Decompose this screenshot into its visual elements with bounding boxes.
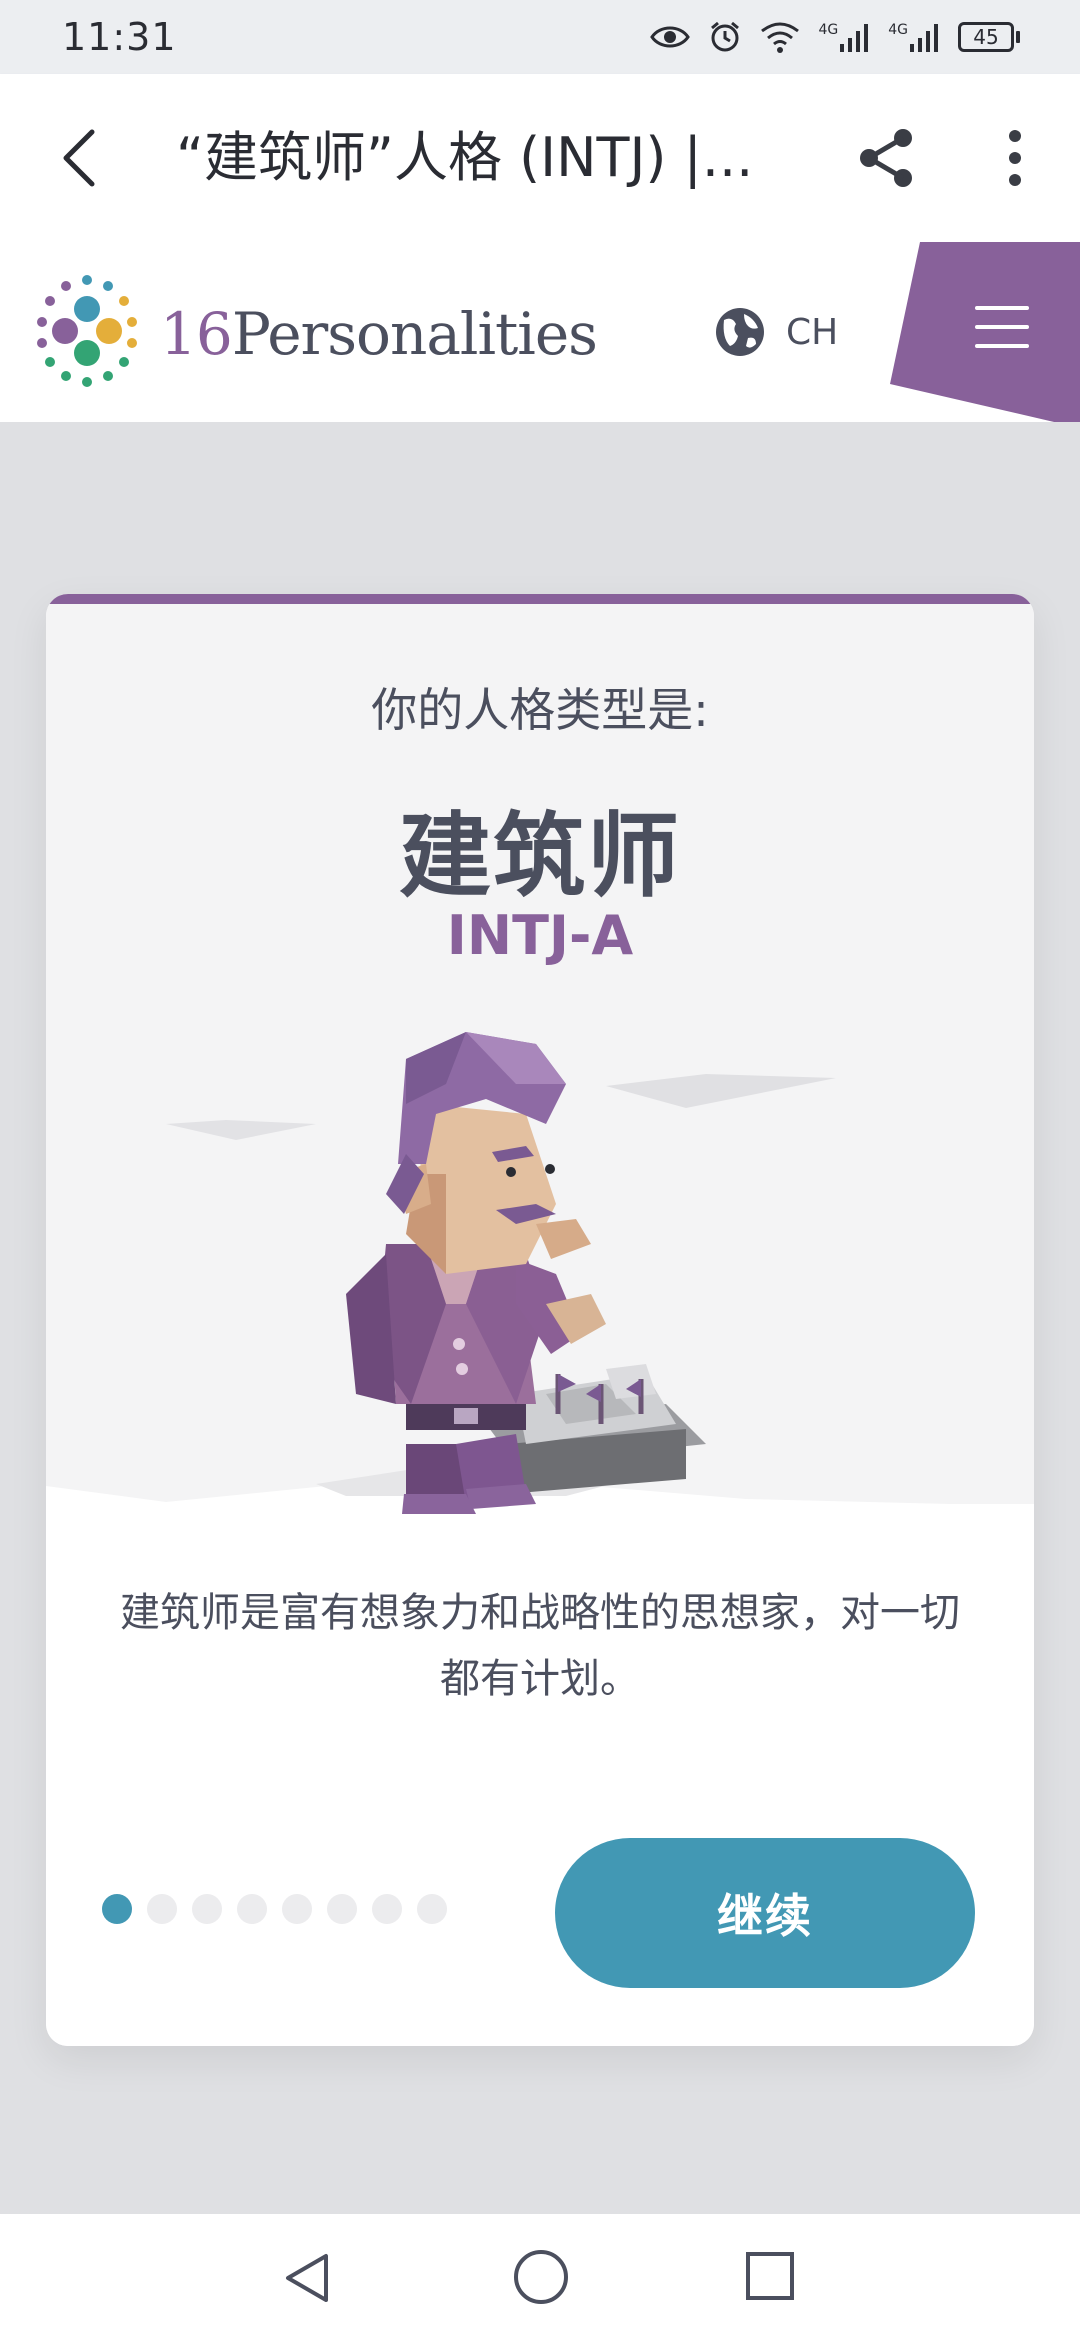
signal-icon [910, 24, 938, 52]
nav-home-icon[interactable] [512, 2248, 570, 2306]
logo-wordmark[interactable]: 16Personalities [160, 294, 598, 374]
cell-signal-1: 4G [818, 22, 870, 52]
battery-icon: 45 [958, 22, 1020, 52]
globe-icon[interactable] [714, 306, 766, 358]
architect-illustration [166, 1032, 836, 1514]
result-card: 你的人格类型是: 建筑师 INTJ-A 建筑师是富有想象力和战略性的思想家，对一… [46, 594, 1034, 2046]
pagination-dots [102, 1894, 447, 1924]
status-bar: 11:31 4G 4G 45 [0, 0, 1080, 74]
nav-recent-icon[interactable] [744, 2250, 796, 2302]
eye-icon [650, 26, 691, 48]
type-name: 建筑师 [398, 803, 681, 910]
alarm-icon [711, 21, 740, 52]
logo-number: 16 [160, 300, 233, 368]
network-type-label: 4G [818, 22, 839, 38]
battery-level: 45 [958, 22, 1014, 52]
page-title: “建筑师”人格 (INTJ) |... [176, 126, 754, 189]
pager-dot[interactable] [327, 1894, 357, 1924]
type-code: INTJ-A [446, 904, 634, 967]
pager-dot[interactable] [237, 1894, 267, 1924]
network-type-label: 4G [888, 22, 908, 38]
status-icons: 4G 4G 45 [650, 20, 1020, 54]
continue-button[interactable]: 继续 [555, 1838, 975, 1988]
pager-dot[interactable] [282, 1894, 312, 1924]
pager-dot[interactable] [372, 1894, 402, 1924]
pager-dot[interactable] [417, 1894, 447, 1924]
system-nav-bar [0, 2214, 1080, 2340]
pager-dot[interactable] [147, 1894, 177, 1924]
cell-signal-2: 4G [888, 22, 940, 52]
card-accent-bar [46, 594, 1034, 604]
more-vertical-icon[interactable] [1000, 126, 1030, 190]
hamburger-menu-icon[interactable] [975, 306, 1029, 350]
language-selector[interactable]: CH [786, 312, 838, 354]
pager-dot[interactable] [192, 1894, 222, 1924]
share-icon[interactable] [855, 126, 919, 190]
logo-icon[interactable] [28, 272, 146, 390]
nav-back-icon[interactable] [280, 2250, 336, 2306]
status-time: 11:31 [62, 15, 177, 59]
pager-dot[interactable] [102, 1894, 132, 1924]
result-label: 你的人格类型是: [371, 683, 709, 737]
wifi-icon [761, 22, 800, 53]
back-arrow-icon[interactable] [52, 126, 112, 190]
browser-toolbar: “建筑师”人格 (INTJ) |... [0, 74, 1080, 242]
logo-name: Personalities [231, 300, 598, 368]
type-description: 建筑师是富有想象力和战略性的思想家，对一切都有计划。 [120, 1590, 960, 1702]
site-header: 16Personalities CH [0, 242, 1080, 422]
signal-icon [840, 24, 869, 52]
